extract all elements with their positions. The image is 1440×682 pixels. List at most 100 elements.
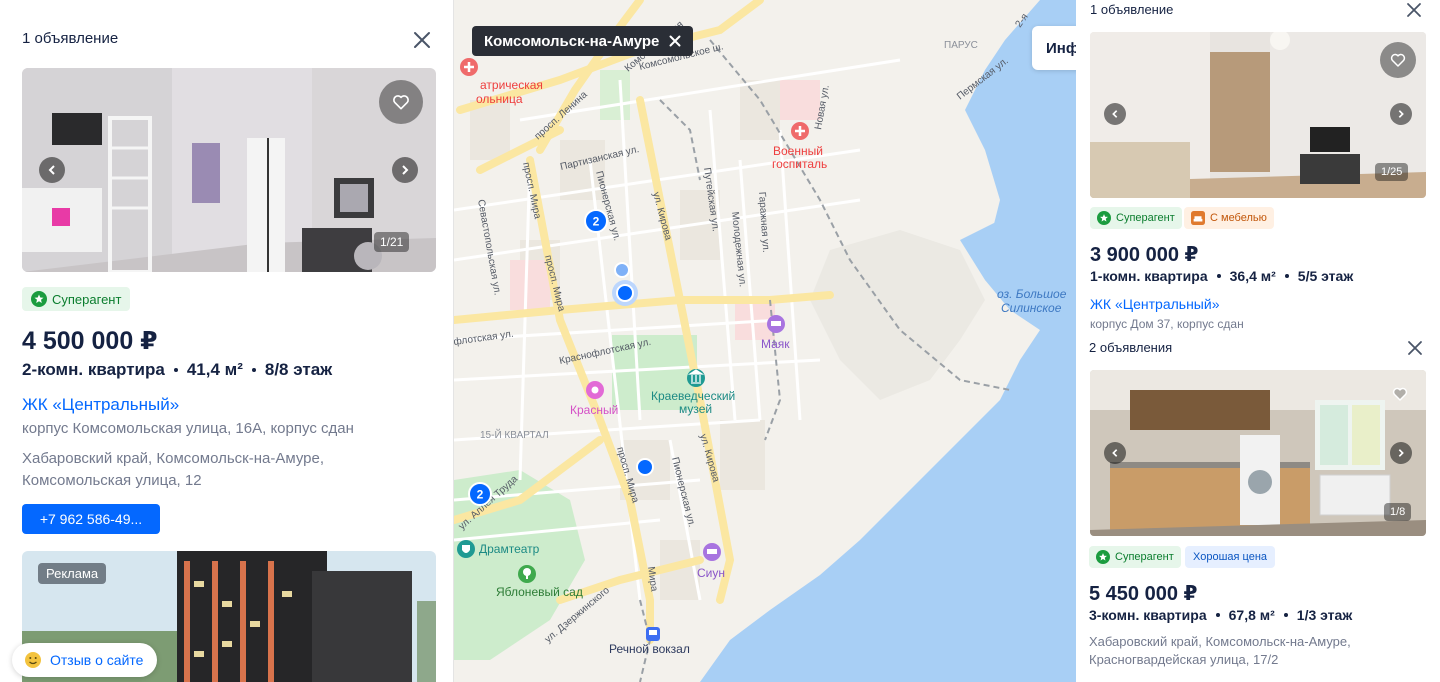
chevron-right-icon [1398,449,1404,457]
area-label: 67,8 м² [1228,607,1275,623]
separator-dot [173,368,178,372]
favorite-button[interactable] [1388,382,1412,406]
sofa-icon [1191,211,1205,225]
ad-label: Реклама [38,563,107,584]
listing-photo[interactable]: 1/25 [1090,32,1426,198]
hospital-icon[interactable] [791,122,809,140]
heart-icon [1392,387,1408,401]
close-icon[interactable] [1404,0,1424,20]
superagent-badge-label: Суперагент [1115,551,1174,563]
map-label-military-hospital-1: Военный [773,144,823,158]
map-label-drama: Драмтеатр [479,542,540,556]
good-price-badge: Хорошая цена [1185,546,1276,568]
listing-specs: 3-комн. квартира 67,8 м² 1/3 этаж [1089,607,1352,623]
furniture-badge-label: С мебелью [1210,212,1267,224]
photo-next-button[interactable] [1390,103,1412,125]
map-label-military-hospital-2: госпиталь [772,157,827,171]
photo-next-button[interactable] [392,157,418,183]
hospital-icon[interactable] [460,58,478,76]
star-badge-icon [1096,550,1110,564]
map-label-siun: Сиун [697,566,725,580]
close-icon[interactable] [669,35,681,47]
area-label: 41,4 м² [186,360,243,379]
map-label-garden: Яблоневый сад [496,585,583,599]
map-label-quarter: 15-Й КВАРТАЛ [480,428,549,441]
listing-count-label: 1 объявление [1090,2,1174,17]
photo-prev-button[interactable] [39,157,65,183]
superagent-badge: Суперагент [1090,207,1182,229]
floor-label: 1/3 этаж [1296,607,1353,623]
cinema-icon[interactable] [586,381,604,399]
close-icon[interactable] [1405,338,1425,358]
photo-next-button[interactable] [1390,442,1412,464]
right-listings-panel: 1 объявление 1/25 Суперагент С мебелью 3… [1076,0,1440,682]
map-cluster-marker[interactable]: 2 [468,482,492,506]
listing-price: 3 900 000 ₽ [1090,244,1199,266]
map-canvas[interactable]: атрическая ольница Военный госпиталь Мая… [454,0,1080,682]
hotel-icon[interactable] [703,543,721,561]
park-icon[interactable] [518,565,536,583]
photo-prev-button[interactable] [1104,103,1126,125]
photo-counter: 1/21 [374,232,410,252]
map-label-lake-1: оз. Большое [997,287,1067,301]
feedback-button[interactable]: Отзыв о сайте [12,643,158,677]
address-line-2: Комсомольская улица, 12 [22,472,202,489]
cluster-count: 2 [593,215,600,229]
complex-link[interactable]: ЖК «Центральный» [1090,296,1219,312]
theatre-icon[interactable] [457,540,475,558]
museum-icon[interactable] [687,369,705,387]
building-info: корпус Комсомольская улица, 16А, корпус … [22,420,354,437]
favorite-button[interactable] [1380,42,1416,78]
city-chip-label: Комсомольск-на-Амуре [484,32,660,50]
map-cluster-marker[interactable]: 2 [584,209,608,233]
superagent-badge-label: Суперагент [52,291,122,307]
rooms-label: 3-комн. квартира [1089,607,1207,623]
heart-icon [393,95,409,110]
map-label-hospital-1: атрическая [480,78,543,92]
photo-prev-button[interactable] [1104,442,1126,464]
city-filter-chip[interactable]: Комсомольск-на-Амуре [472,26,694,56]
listing-count-label: 2 объявления [1089,340,1173,355]
floor-label: 8/8 этаж [264,360,333,379]
area-label: 36,4 м² [1229,268,1276,284]
star-badge-icon [1097,211,1111,225]
star-badge-icon [31,291,47,307]
chevron-left-icon [48,165,55,175]
close-icon[interactable] [410,28,434,52]
complex-link[interactable]: ЖК «Центральный» [22,395,179,415]
hotel-icon[interactable] [767,315,785,333]
building-info: корпус Дом 37, корпус сдан [1090,317,1244,331]
listing-specs: 1-комн. квартира 36,4 м² 5/5 этаж [1090,268,1353,284]
map-label-river-station: Речной вокзал [609,642,690,656]
chevron-left-icon [1112,449,1118,457]
bus-station-icon[interactable] [646,627,660,641]
listing-photo[interactable]: 1/21 [22,68,436,272]
map-label-hospital-2: ольница [476,92,523,106]
map-listing-marker-selected[interactable] [612,280,638,306]
chevron-right-icon [402,165,409,175]
photo-counter: 1/8 [1384,503,1412,521]
map-listing-marker-visited[interactable] [614,262,630,278]
floor-label: 5/5 этаж [1297,268,1354,284]
map-label-museum-1: Краеведческий [651,389,735,403]
map-label-museum-2: музей [679,402,712,416]
listing-count-label: 1 объявление [22,30,119,47]
separator-dot [1215,613,1220,617]
map-label-krasny: Красный [570,403,618,417]
separator-dot [251,368,256,372]
chevron-right-icon [1398,110,1404,118]
chevron-left-icon [1112,110,1118,118]
map-view[interactable]: атрическая ольница Военный госпиталь Мая… [454,0,1080,682]
separator-dot [1216,274,1221,278]
heart-icon [1390,53,1406,67]
separator-dot [1283,613,1288,617]
address-line-1: Хабаровский край, Комсомольск-на-Амуре, [22,450,325,467]
listing-price: 5 450 000 ₽ [1089,583,1198,605]
superagent-badge: Суперагент [22,287,131,311]
smile-icon [25,652,41,668]
rooms-label: 2-комн. квартира [22,360,165,379]
show-phone-button[interactable]: +7 962 586-49... [22,504,160,534]
favorite-button[interactable] [379,80,423,124]
listing-photo[interactable]: 1/8 [1090,370,1426,536]
map-listing-marker[interactable] [636,458,654,476]
